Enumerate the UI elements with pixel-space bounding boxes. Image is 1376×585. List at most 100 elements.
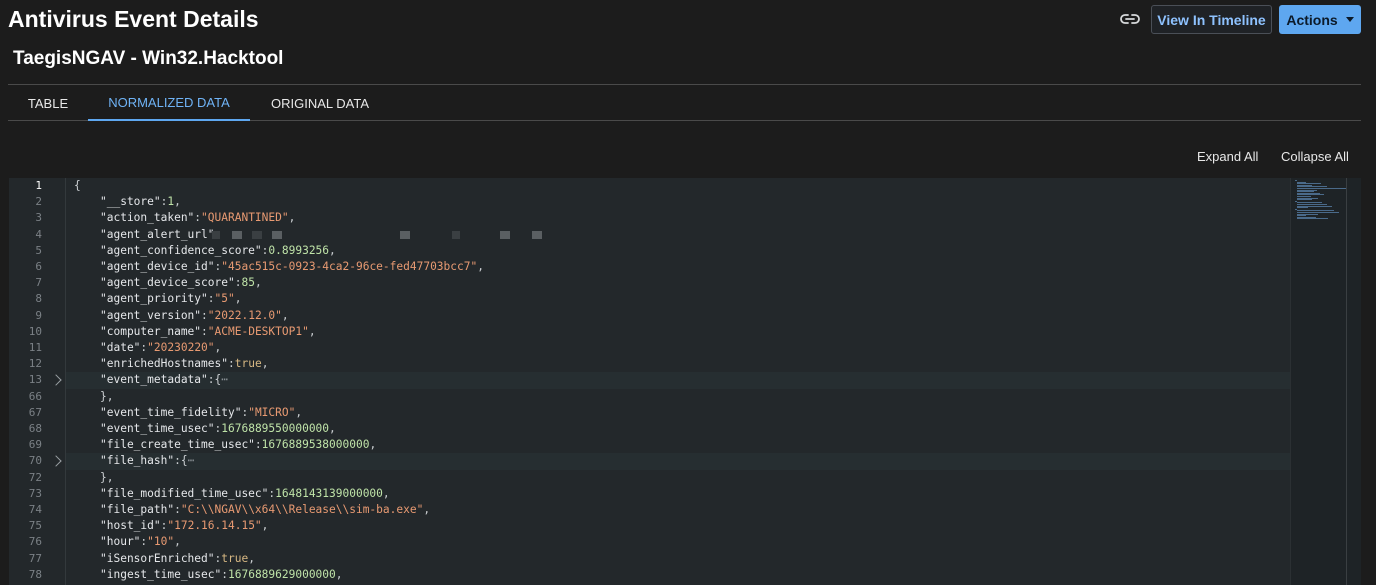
expand-all-button[interactable]: Expand All (1197, 149, 1258, 164)
code-area[interactable]: {"__store":1, "action_taken":"QUARANTINED… (65, 178, 1290, 585)
code-line: "file_create_time_usec":1676889538000000… (66, 437, 1290, 453)
json-value: "5" (214, 292, 235, 306)
tab-normalized-data[interactable]: NORMALIZED DATA (88, 85, 250, 121)
fold-chevron-icon[interactable] (50, 374, 62, 387)
redacted-block (232, 230, 242, 239)
minimap-line (1297, 218, 1328, 220)
json-key: "iSensorEnriched" (100, 551, 215, 565)
code-punctuation: , (214, 341, 222, 354)
code-punctuation: , (174, 195, 181, 209)
line-number: 72 (28, 470, 42, 484)
json-key: "action_taken" (100, 211, 195, 225)
code-punctuation: , (281, 308, 289, 322)
code-line: "enrichedHostnames":true, (66, 356, 1290, 372)
code-punctuation: , (335, 567, 343, 581)
code-line: "agent_priority":"5", (66, 291, 1290, 307)
json-value: "2022.12.0" (207, 308, 282, 322)
json-key: "computer_name" (100, 324, 202, 338)
json-key: "file_path" (100, 503, 175, 516)
json-key: "__store" (100, 195, 161, 209)
code-punctuation: , (308, 324, 316, 338)
json-key: "agent_device_id" (100, 260, 215, 273)
code-line: "agent_version":"2022.12.0", (66, 308, 1290, 324)
line-number: 78 (28, 567, 42, 581)
json-value: true (221, 551, 249, 565)
code-punctuation: , (234, 292, 242, 306)
link-icon[interactable] (1118, 8, 1142, 30)
json-value: "C:\\NGAV\\x64\\Release\\sim-ba.exe" (180, 503, 424, 516)
code-punctuation: : (174, 503, 181, 516)
page-title: Antivirus Event Details (8, 6, 259, 32)
line-number: 5 (35, 243, 42, 257)
code-punctuation: : (207, 373, 215, 387)
json-value: "20230220" (147, 341, 215, 354)
line-number: 8 (35, 292, 42, 306)
code-punctuation: , (329, 422, 336, 435)
line-number: 6 (35, 260, 42, 273)
code-punctuation: : (207, 292, 215, 306)
line-number: 12 (28, 357, 42, 371)
line-number: 3 (35, 211, 42, 225)
minimap[interactable] (1290, 178, 1361, 585)
collapse-all-button[interactable]: Collapse All (1281, 149, 1349, 164)
code-punctuation: : (221, 567, 228, 581)
scrollbar[interactable] (1346, 178, 1347, 585)
json-key: "file_modified_time_usec" (100, 486, 269, 500)
code-punctuation: : (174, 454, 181, 468)
code-line: "file_modified_time_usec":16481431390000… (66, 486, 1290, 502)
json-key: "event_time_usec" (100, 422, 215, 435)
line-number: 67 (28, 405, 42, 419)
code-punctuation: , (477, 260, 484, 273)
json-key: "agent_version" (100, 308, 202, 322)
tab-bar: TABLE NORMALIZED DATA ORIGINAL DATA (8, 85, 1361, 121)
json-key: "agent_priority" (100, 292, 208, 306)
tab-table[interactable]: TABLE (8, 85, 88, 121)
code-punctuation: : (254, 438, 262, 452)
code-line: "event_time_usec":1676889550000000, (66, 421, 1290, 437)
json-value: 1676889538000000 (261, 438, 370, 452)
line-number: 4 (35, 227, 42, 241)
code-line: "file_hash":{⋯ (66, 453, 1290, 470)
json-value: 1676889629000000 (228, 567, 336, 581)
caret-down-icon (1345, 17, 1354, 22)
json-value: 0.8993256 (268, 243, 330, 257)
code-line: "agent_alert_url": (66, 227, 1290, 243)
tab-original-data[interactable]: ORIGINAL DATA (250, 85, 390, 121)
code-line: }, (66, 389, 1290, 405)
code-line: "event_time_fidelity":"MICRO", (66, 405, 1290, 421)
view-in-timeline-button[interactable]: View In Timeline (1151, 5, 1272, 34)
json-value: "172.16.14.15" (167, 519, 262, 533)
json-key: "agent_alert_url" (100, 227, 215, 241)
folded-ellipsis-icon: ⋯ (187, 454, 195, 468)
code-punctuation: , (295, 405, 303, 419)
code-line: "date":"20230220", (66, 340, 1290, 356)
code-line: "agent_device_id":"45ac515c-0923-4ca2-96… (66, 259, 1290, 275)
minimap-line (1297, 207, 1308, 209)
code-punctuation: , (174, 535, 181, 549)
redacted-block (212, 230, 220, 239)
redacted-block (452, 230, 460, 239)
line-number: 9 (35, 308, 42, 322)
event-subtitle: TaegisNGAV - Win32.Hacktool (13, 48, 284, 69)
json-editor[interactable]: 1 2 3 4 5 6 7 8 9 10 11 12 13 66 67 68 69 70 72 73 74 75 76 77 7… (9, 178, 1361, 585)
minimap-line (1297, 199, 1313, 201)
code-line: { (66, 178, 1290, 194)
code-punctuation: , (254, 276, 262, 290)
code-line: "iSensorEnriched":true, (66, 551, 1290, 567)
code-line: "host_id":"172.16.14.15", (66, 518, 1290, 534)
line-number-gutter: 1 2 3 4 5 6 7 8 9 10 11 12 13 66 67 68 69 70 72 73 74 75 76 77 7… (9, 178, 65, 585)
actions-button[interactable]: Actions (1279, 5, 1361, 34)
fold-chevron-icon[interactable] (50, 455, 62, 468)
json-value: "ACME-DESKTOP1" (207, 324, 309, 338)
json-value: 1648143139000000 (275, 486, 383, 500)
json-value: 1676889550000000 (221, 422, 330, 435)
code-line: "__store":1, (66, 194, 1290, 210)
line-number: 13 (28, 373, 42, 387)
line-number: 66 (28, 389, 42, 403)
code-punctuation: , (261, 519, 269, 533)
code-punctuation: , (329, 243, 336, 257)
line-number: 10 (28, 324, 42, 338)
line-number: 69 (28, 438, 42, 452)
code-line: "action_taken":"QUARANTINED", (66, 210, 1290, 226)
code-punctuation: , (382, 486, 390, 500)
